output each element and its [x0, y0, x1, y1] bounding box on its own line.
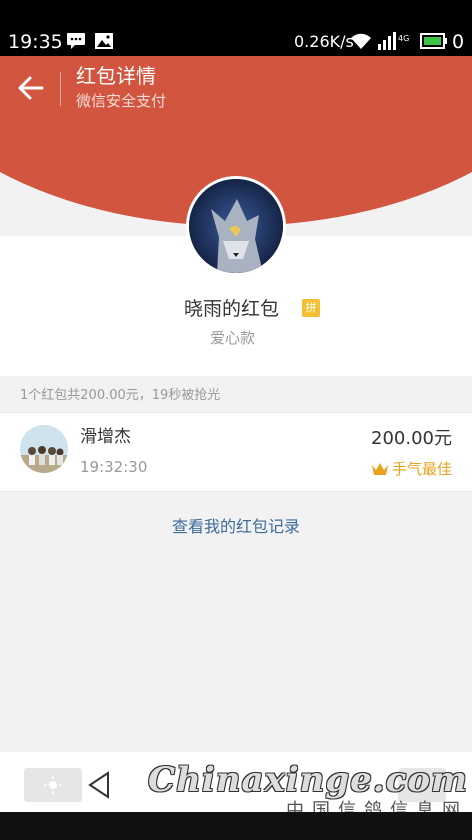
crown-icon: [371, 461, 389, 477]
header-divider: [60, 72, 61, 106]
page-subtitle: 微信安全支付: [76, 92, 167, 110]
status-time: 19:35: [8, 31, 63, 53]
view-records-link[interactable]: 查看我的红包记录: [0, 516, 472, 538]
battery-icon: [420, 32, 448, 50]
status-bar: 19:35 0.26K/s 4G 0: [0, 0, 472, 56]
home-button[interactable]: [24, 768, 82, 802]
page-title: 红包详情: [76, 64, 156, 88]
network-speed: 0.26K/s: [294, 32, 354, 51]
receiver-amount: 200.00元: [371, 428, 452, 449]
list-item[interactable]: 滑增杰 19:32:30 200.00元 手气最佳: [0, 412, 472, 492]
sender-avatar[interactable]: [186, 176, 286, 276]
group-packet-badge: 拼: [302, 299, 320, 317]
bottom-strip: [0, 812, 472, 840]
gallery-notification-icon: [94, 32, 114, 50]
packet-description: 爱心款: [210, 329, 256, 347]
svg-text:4G: 4G: [398, 34, 409, 43]
packet-title: 晓雨的红包: [184, 298, 280, 320]
signal-icon: 4G: [378, 32, 412, 50]
chat-notification-icon: [66, 32, 86, 50]
nav-back-icon[interactable]: [86, 770, 112, 800]
receiver-avatar: [20, 425, 68, 473]
receiver-time: 19:32:30: [80, 458, 148, 476]
back-arrow-icon[interactable]: [14, 72, 48, 104]
best-luck-text: 手气最佳: [391, 460, 452, 478]
receiver-name: 滑增杰: [80, 427, 131, 447]
packet-summary: 1个红包共200.00元，19秒被抢光: [20, 388, 221, 403]
wifi-icon: [350, 32, 371, 50]
watermark-main: Chinaxinge.com: [148, 760, 468, 800]
best-luck-label: 手气最佳: [371, 459, 452, 479]
battery-number: 0: [452, 31, 465, 53]
